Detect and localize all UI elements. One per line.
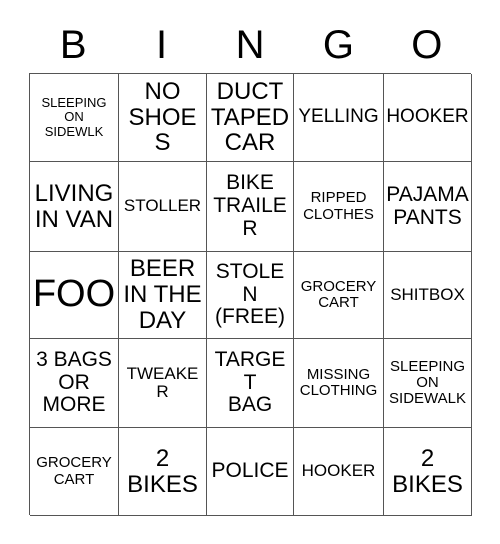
bingo-cell-label: BIKE TRAILER [213,171,287,240]
bingo-cell-r4c3[interactable]: TARGET BAG [207,339,294,428]
bingo-cell-r4c1[interactable]: 3 BAGS OR MORE [30,339,119,428]
bingo-cell-r5c3[interactable]: POLICE [207,428,294,516]
bingo-cell-r3c4[interactable]: GROCERY CART [294,252,384,339]
bingo-header-letter-b: B [59,22,87,67]
bingo-cell-label: RIPPED CLOTHES [303,189,374,223]
bingo-cell-label: GROCERY CART [300,277,377,311]
bingo-header-letter-n: N [235,22,265,67]
bingo-cell-label: YELLING [298,106,379,128]
bingo-cell-r5c2[interactable]: 2 BIKES [119,428,207,516]
bingo-cell-r5c1[interactable]: GROCERY CART [30,428,119,516]
bingo-cell-label: SLEEPING ON SIDEWALK [389,357,466,408]
bingo-cell-r2c4[interactable]: RIPPED CLOTHES [294,162,384,252]
bingo-cell-label: 2 BIKES [392,444,463,498]
bingo-cell-r4c4[interactable]: MISSING CLOTHING [294,339,384,428]
bingo-grid: SLEEPING ON SIDEWLK NO SHOES DUCT TAPED … [29,73,472,516]
bingo-cell-label: FOO [32,273,116,316]
bingo-cell-r1c3[interactable]: DUCT TAPED CAR [207,74,294,162]
bingo-cell-r1c5[interactable]: HOOKER [384,74,472,162]
bingo-cell-label: TARGET BAG [214,347,286,417]
bingo-cell-r4c5[interactable]: SLEEPING ON SIDEWALK [384,339,472,428]
bingo-cell-r3c2[interactable]: BEER IN THE DAY [119,252,207,339]
bingo-card: B I N G O SLEEPING ON SIDEWLK NO SHOES D… [29,16,472,516]
bingo-cell-label: STOLEN (FREE) [215,259,285,329]
bingo-header-letter-o: O [411,22,443,67]
bingo-cell-r1c4[interactable]: YELLING [294,74,384,162]
bingo-cell-r3c5[interactable]: SHITBOX [384,252,472,339]
bingo-cell-label: HOOKER [386,106,469,128]
bingo-cell-label: LIVING IN VAN [34,179,114,233]
bingo-cell-label: GROCERY CART [36,454,112,488]
bingo-cell-r5c5[interactable]: 2 BIKES [384,428,472,516]
bingo-cell-r5c4[interactable]: HOOKER [294,428,384,516]
bingo-cell-label: DUCT TAPED CAR [210,77,290,157]
bingo-cell-label: 3 BAGS OR MORE [36,347,112,417]
bingo-cell-label: SHITBOX [390,284,465,304]
bingo-header: B I N G O [29,16,471,73]
bingo-cell-label: SLEEPING ON SIDEWLK [41,95,107,139]
bingo-cell-label: 2 BIKES [127,444,198,498]
bingo-cell-label: NO SHOES [128,77,197,157]
bingo-cell-label: PAJAMA PANTS [386,182,469,229]
bingo-header-letter-g: G [322,22,354,67]
bingo-header-letter-i: I [156,22,168,67]
bingo-cell-label: POLICE [211,459,289,483]
bingo-cell-label: TWEAKER [126,363,199,401]
bingo-cell-r2c5[interactable]: PAJAMA PANTS [384,162,472,252]
bingo-cell-r3c3-free[interactable]: STOLEN (FREE) [207,252,294,339]
bingo-cell-r2c3[interactable]: BIKE TRAILER [207,162,294,252]
bingo-cell-label: HOOKER [301,461,376,481]
bingo-cell-label: MISSING CLOTHING [299,365,378,399]
bingo-cell-r1c1[interactable]: SLEEPING ON SIDEWLK [30,74,119,162]
bingo-cell-r1c2[interactable]: NO SHOES [119,74,207,162]
bingo-cell-r2c2[interactable]: STOLLER [119,162,207,252]
bingo-cell-r2c1[interactable]: LIVING IN VAN [30,162,119,252]
bingo-cell-r3c1[interactable]: FOO [30,252,119,339]
bingo-cell-r4c2[interactable]: TWEAKER [119,339,207,428]
bingo-cell-label: BEER IN THE DAY [123,255,202,334]
bingo-cell-label: STOLLER [123,196,202,216]
